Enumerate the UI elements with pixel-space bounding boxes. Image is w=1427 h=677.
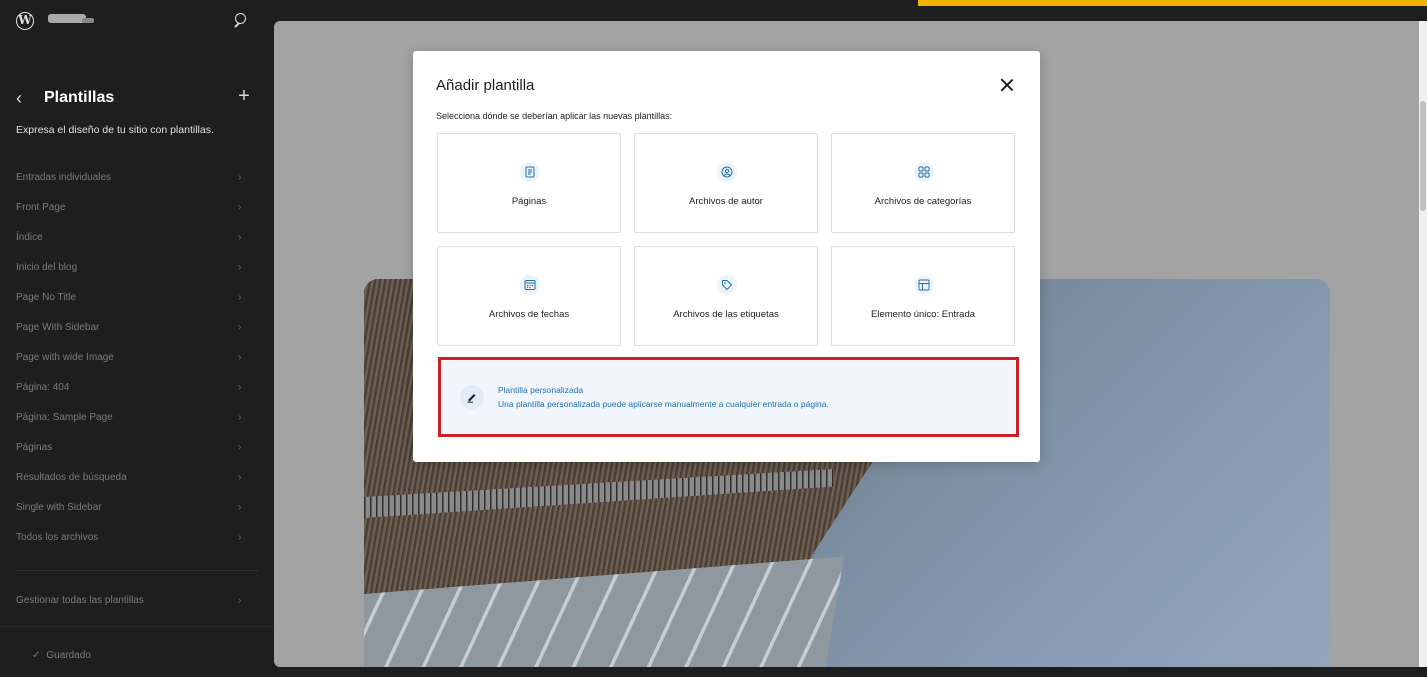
modal-description: Selecciona dónde se deberían aplicar las… xyxy=(436,111,673,121)
template-option-tag[interactable]: Archivos de las etiquetas xyxy=(634,246,818,346)
chevron-right-icon: › xyxy=(238,532,242,543)
template-option-single[interactable]: Elemento único: Entrada xyxy=(831,246,1015,346)
template-list-item[interactable]: Page With Sidebar › xyxy=(0,313,274,343)
template-list-item-label: Entradas individuales xyxy=(16,172,112,183)
template-list-item-label: Índice xyxy=(16,232,43,243)
layout-icon xyxy=(914,275,934,295)
tag-icon xyxy=(717,275,737,295)
template-list-item-label: Páginas xyxy=(16,442,53,453)
template-option-label: Archivos de las etiquetas xyxy=(673,309,779,320)
chevron-right-icon: › xyxy=(238,442,242,453)
sidebar-footer-divider xyxy=(0,626,274,627)
chevron-right-icon: › xyxy=(238,472,242,483)
template-list-item-label: Front Page xyxy=(16,202,66,213)
template-list-item-label: Resultados de búsqueda xyxy=(16,472,127,483)
wordpress-logo-icon[interactable]: W xyxy=(16,12,34,30)
template-list-item-label: Page No Title xyxy=(16,292,77,303)
template-list-item[interactable]: Front Page › xyxy=(0,193,274,223)
save-status-label: Guardado xyxy=(46,650,91,661)
modal-title: Añadir plantilla xyxy=(436,77,535,94)
template-list-item[interactable]: Single with Sidebar › xyxy=(0,493,274,523)
template-list-item[interactable]: Todos los archivos › xyxy=(0,523,274,553)
manage-all-templates-label: Gestionar todas las plantillas xyxy=(16,595,144,606)
template-list-item-label: Single with Sidebar xyxy=(16,502,102,513)
template-list-item-label: Page With Sidebar xyxy=(16,322,100,333)
template-list-item[interactable]: Páginas › xyxy=(0,433,274,463)
template-list-item[interactable]: Página: Sample Page › xyxy=(0,403,274,433)
template-list: Entradas individuales › Front Page › Índic… xyxy=(0,163,274,553)
template-list-item-label: Inicio del blog xyxy=(16,262,78,273)
chevron-right-icon: › xyxy=(238,595,242,606)
template-list-item[interactable]: Entradas individuales › xyxy=(0,163,274,193)
chevron-right-icon: › xyxy=(238,202,242,213)
scrollbar-thumb[interactable] xyxy=(1420,101,1426,211)
page-scrollbar[interactable] xyxy=(1419,21,1427,667)
close-icon[interactable] xyxy=(999,77,1015,93)
chevron-right-icon: › xyxy=(238,412,242,423)
sidebar-topbar: W xyxy=(0,0,274,44)
template-list-item-label: Página: Sample Page xyxy=(16,412,113,423)
template-option-label: Archivos de categorías xyxy=(874,196,972,207)
template-list-item-label: Página: 404 xyxy=(16,382,70,393)
category-icon xyxy=(914,162,934,182)
add-template-button[interactable]: + xyxy=(234,86,254,106)
template-option-date[interactable]: Archivos de fechas xyxy=(437,246,621,346)
chevron-right-icon: › xyxy=(238,382,242,393)
template-list-item[interactable]: Resultados de búsqueda › xyxy=(0,463,274,493)
chevron-right-icon: › xyxy=(238,322,242,333)
calendar-icon xyxy=(520,275,540,295)
page-icon xyxy=(520,162,540,182)
template-list-item-label: Todos los archivos xyxy=(16,532,99,543)
template-option-author[interactable]: Archivos de autor xyxy=(634,133,818,233)
template-list-item[interactable]: Índice › xyxy=(0,223,274,253)
template-option-label: Elemento único: Entrada xyxy=(870,309,976,320)
search-icon[interactable] xyxy=(230,10,252,32)
chevron-right-icon: › xyxy=(238,232,242,243)
chevron-right-icon: › xyxy=(238,292,242,303)
template-option-pages[interactable]: Páginas xyxy=(437,133,621,233)
checkmark-icon: ✓ xyxy=(32,650,41,661)
template-option-label: Archivos de fechas xyxy=(488,309,570,320)
sidebar-title: Plantillas xyxy=(44,89,115,106)
site-name[interactable] xyxy=(48,14,94,23)
template-list-item[interactable]: Page with wide Image › xyxy=(0,343,274,373)
chevron-right-icon: › xyxy=(238,502,242,513)
pencil-icon xyxy=(460,385,484,409)
top-accent-bar xyxy=(918,0,1427,6)
template-list-item[interactable]: Page No Title › xyxy=(0,283,274,313)
template-list-item[interactable]: Inicio del blog › xyxy=(0,253,274,283)
template-list-item[interactable]: Página: 404 › xyxy=(0,373,274,403)
save-status: ✓ Guardado xyxy=(32,650,91,661)
sidebar-divider xyxy=(16,570,258,571)
chevron-right-icon: › xyxy=(238,172,242,183)
template-option-label: Páginas xyxy=(511,196,547,207)
custom-template-title: Plantilla personalizada xyxy=(498,385,584,395)
add-template-modal: Añadir plantilla Selecciona dónde se deb… xyxy=(413,51,1040,462)
custom-template-option[interactable]: Plantilla personalizada Una plantilla pe… xyxy=(438,357,1016,437)
chevron-right-icon: › xyxy=(238,262,242,273)
template-list-item-label: Page with wide Image xyxy=(16,352,114,363)
back-chevron-icon[interactable]: ‹ xyxy=(16,88,36,108)
custom-template-description: Una plantilla personalizada puede aplica… xyxy=(498,399,829,409)
manage-all-templates-link[interactable]: Gestionar todas las plantillas › xyxy=(16,590,258,612)
chevron-right-icon: › xyxy=(238,352,242,363)
sidebar: W ‹ Plantillas + Expresa el diseño de tu… xyxy=(0,0,274,677)
sidebar-description: Expresa el diseño de tu sitio con planti… xyxy=(16,124,214,136)
author-icon xyxy=(717,162,737,182)
template-option-category[interactable]: Archivos de categorías xyxy=(831,133,1015,233)
template-option-label: Archivos de autor xyxy=(689,196,763,207)
